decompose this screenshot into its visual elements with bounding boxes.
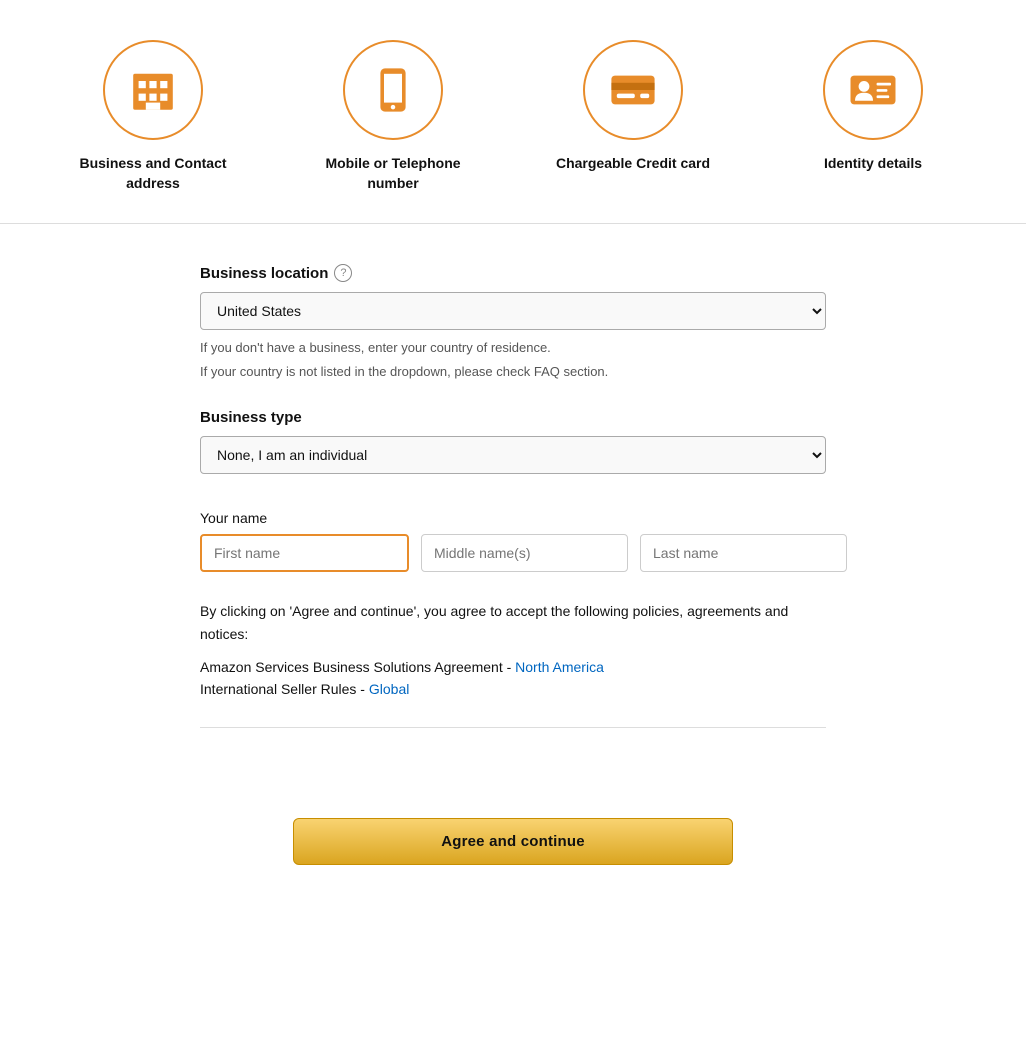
- credit-card-icon: [606, 63, 660, 117]
- first-name-input[interactable]: [200, 534, 409, 572]
- your-name-label: Your name: [200, 510, 826, 526]
- last-name-input[interactable]: [640, 534, 847, 572]
- your-name-section: Your name: [200, 510, 826, 572]
- business-location-section: Business location ? United States If you…: [200, 264, 826, 381]
- id-card-icon: [846, 63, 900, 117]
- button-area: Agree and continue: [0, 798, 1026, 905]
- step-icon-circle-1: [103, 40, 203, 140]
- policy-section: By clicking on 'Agree and continue', you…: [200, 600, 826, 697]
- step-mobile: Mobile or Telephone number: [303, 40, 483, 193]
- business-type-label: Business type: [200, 409, 826, 426]
- policy-text: By clicking on 'Agree and continue', you…: [200, 600, 826, 645]
- north-america-link[interactable]: North America: [515, 659, 604, 675]
- phone-icon: [366, 63, 420, 117]
- page-container: Business and Contact address Mobile or T…: [0, 0, 1026, 1056]
- step-business-address: Business and Contact address: [63, 40, 243, 193]
- step-icon-circle-2: [343, 40, 443, 140]
- step-icon-circle-3: [583, 40, 683, 140]
- business-location-label: Business location ?: [200, 264, 826, 282]
- business-type-section: Business type None, I am an individual: [200, 409, 826, 482]
- step-icon-circle-4: [823, 40, 923, 140]
- step-label-1: Business and Contact address: [63, 154, 243, 193]
- section-divider: [200, 727, 826, 728]
- business-location-hint1: If you don't have a business, enter your…: [200, 338, 826, 358]
- step-credit-card: Chargeable Credit card: [543, 40, 723, 174]
- agreement-line-1: Amazon Services Business Solutions Agree…: [200, 659, 826, 675]
- step-identity: Identity details: [783, 40, 963, 174]
- step-label-3: Chargeable Credit card: [556, 154, 710, 174]
- global-link[interactable]: Global: [369, 681, 409, 697]
- building-icon: [126, 63, 180, 117]
- agreement-line-2: International Seller Rules - Global: [200, 681, 826, 697]
- step-label-4: Identity details: [824, 154, 922, 174]
- business-location-help-icon[interactable]: ?: [334, 264, 352, 282]
- step-label-2: Mobile or Telephone number: [303, 154, 483, 193]
- business-location-select[interactable]: United States: [200, 292, 826, 330]
- middle-name-input[interactable]: [421, 534, 628, 572]
- business-location-hint2: If your country is not listed in the dro…: [200, 362, 826, 382]
- agree-and-continue-button[interactable]: Agree and continue: [293, 818, 733, 865]
- form-area: Business location ? United States If you…: [0, 224, 1026, 798]
- name-row: [200, 534, 826, 572]
- steps-row: Business and Contact address Mobile or T…: [0, 0, 1026, 224]
- business-type-select[interactable]: None, I am an individual: [200, 436, 826, 474]
